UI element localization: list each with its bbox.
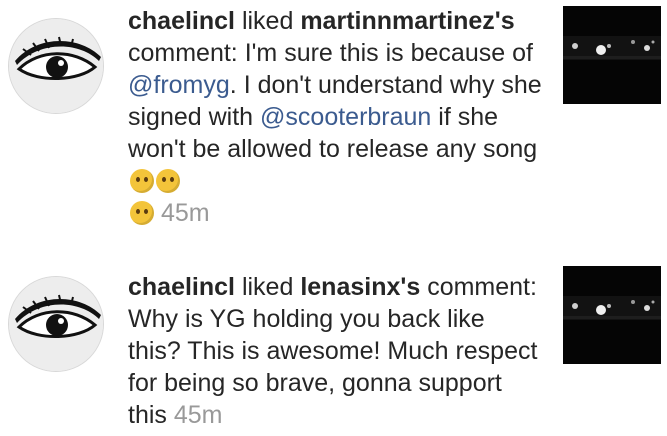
- timestamp: 45m: [160, 199, 210, 227]
- user-avatar[interactable]: [8, 18, 104, 114]
- mention-link[interactable]: @scooterbraun: [260, 103, 431, 131]
- username[interactable]: chaelincl: [128, 7, 235, 35]
- target-username[interactable]: martinnmartinez's: [300, 7, 514, 35]
- comment-text: comment: I'm sure this is because of: [128, 39, 533, 67]
- thinking-face-emoji-icon: [156, 169, 180, 193]
- notification-item[interactable]: chaelincl liked martinnmartinez's commen…: [0, 0, 667, 250]
- post-thumbnail[interactable]: [563, 266, 661, 364]
- notification-item[interactable]: chaelincl liked lenasinx's comment: Why …: [0, 258, 667, 436]
- neutral-face-emoji-icon: [130, 169, 154, 193]
- mention-link[interactable]: @fromyg: [128, 71, 230, 99]
- target-username[interactable]: lenasinx's: [300, 273, 420, 301]
- worried-face-emoji-icon: [130, 201, 154, 225]
- user-avatar[interactable]: [8, 276, 104, 372]
- notification-text: chaelincl liked martinnmartinez's commen…: [128, 5, 543, 229]
- dark-concert-photo-thumbnail: [563, 266, 661, 364]
- post-thumbnail[interactable]: [563, 6, 661, 104]
- username[interactable]: chaelincl: [128, 273, 235, 301]
- notification-text: chaelincl liked lenasinx's comment: Why …: [128, 271, 543, 431]
- eye-makeup-avatar-icon: [9, 277, 103, 371]
- dark-concert-photo-thumbnail: [563, 6, 661, 104]
- timestamp: 45m: [173, 401, 223, 429]
- eye-makeup-avatar-icon: [9, 19, 103, 113]
- action-text: liked: [241, 7, 294, 35]
- action-text: liked: [241, 273, 294, 301]
